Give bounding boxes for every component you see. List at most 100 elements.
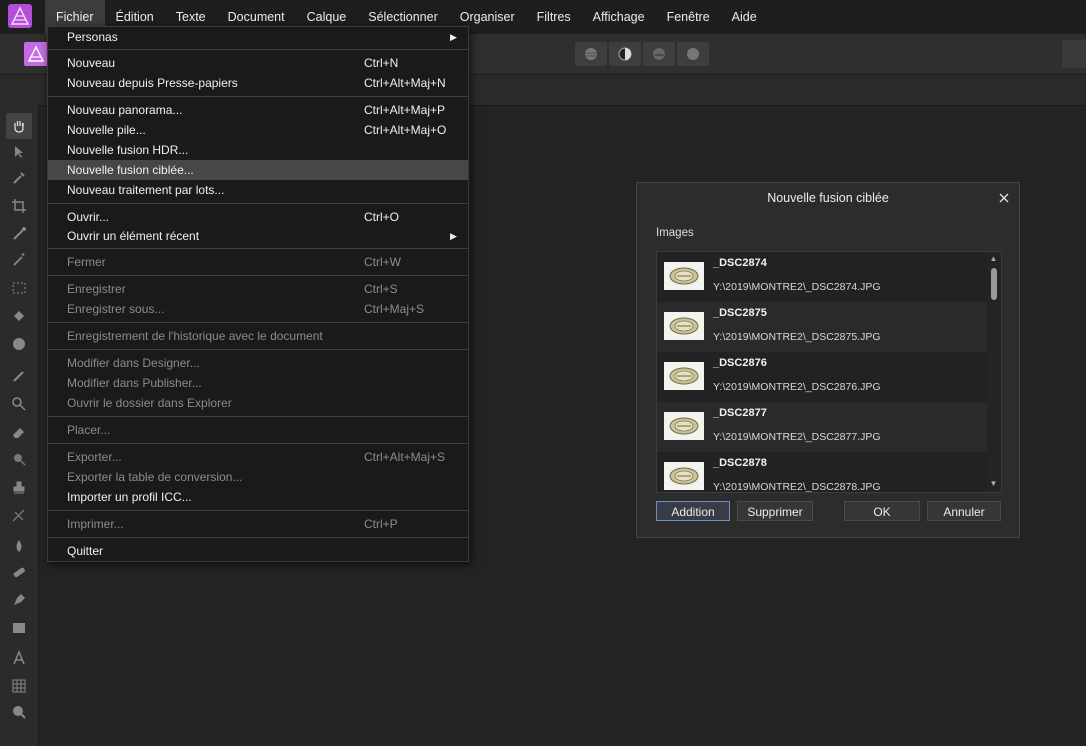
tool-red-eye[interactable] [8,505,30,527]
text-icon [13,650,25,665]
menu-item-label: Enregistrer [67,282,126,296]
file-menu-item: Enregistrer sous... Ctrl+Maj+S [48,299,468,319]
file-menu-item[interactable]: Nouveau depuis Presse-papiers Ctrl+Alt+Ma… [48,73,468,93]
menu-item-label: Nouveau traitement par lots... [67,183,225,197]
file-menu-item[interactable]: Ouvrir un élément récent ▶ [48,226,468,246]
tool-erase[interactable] [8,421,30,443]
menu-separator [48,96,468,97]
scroll-up-icon[interactable]: ▲ [987,252,1000,265]
file-menu-item: Exporter... Ctrl+Alt+Maj+S [48,447,468,467]
file-menu-item[interactable]: Importer un profil ICC... [48,487,468,507]
tool-text[interactable] [8,647,30,669]
auto-colors-button[interactable] [643,42,675,66]
tool-flood-select[interactable] [8,249,30,271]
tool-mesh-warp[interactable] [8,675,30,697]
tool-pen[interactable] [8,589,30,611]
tool-clone[interactable] [8,477,30,499]
file-menu-item[interactable]: Nouveau traitement par lots... [48,180,468,200]
tool-selection-brush[interactable] [8,223,30,245]
tools-panel [0,105,39,746]
image-list-item[interactable]: _DSC2875 Y:\2019\MONTRE2\_DSC2875.JPG [657,302,987,352]
zoom-icon [13,706,26,719]
tool-dodge[interactable] [8,393,30,415]
menu-aide[interactable]: Aide [721,0,768,34]
scroll-down-icon[interactable]: ▼ [987,477,1000,490]
affinity-photo-logo-icon[interactable] [8,4,32,28]
scrollbar-thumb[interactable] [991,268,997,300]
tool-inpainting[interactable] [8,561,30,583]
file-menu-item[interactable]: Quitter [48,541,468,561]
tool-rectangle[interactable] [8,617,30,639]
menu-item-label: Placer... [67,423,111,437]
file-menu: Personas ▶ Nouveau Ctrl+N Nouveau depuis Pre… [47,26,469,562]
dialog-title: Nouvelle fusion ciblée [767,191,889,205]
file-menu-item[interactable]: Ouvrir... Ctrl+O [48,207,468,227]
tool-zoom[interactable] [8,701,30,723]
menu-item-shortcut: Ctrl+Maj+S [364,302,425,316]
file-menu-item[interactable]: Nouvelle fusion HDR... [48,140,468,160]
tool-smudge[interactable] [8,535,30,557]
menu-separator [48,537,468,538]
auto-levels-button[interactable] [575,42,607,66]
close-icon[interactable] [995,189,1013,207]
menu-item-label: Personas [67,30,118,44]
cancel-button[interactable]: Annuler [927,501,1001,521]
tool-marquee[interactable] [8,277,30,299]
image-list-item[interactable]: _DSC2878 Y:\2019\MONTRE2\_DSC2878.JPG [657,452,987,492]
menu-item-label: Importer un profil ICC... [67,490,192,504]
menu-item-label: Ouvrir... [67,210,110,224]
tool-paint-brush[interactable] [8,365,30,387]
file-menu-item: Enregistrer Ctrl+S [48,279,468,299]
colors-icon [653,48,665,60]
tool-gradient[interactable] [8,333,30,355]
contrast-icon [618,47,632,61]
menu-separator [48,349,468,350]
add-button[interactable]: Addition [656,501,730,521]
menu-item-label: Ouvrir un élément récent [67,229,200,243]
remove-button[interactable]: Supprimer [737,501,813,521]
photo-persona-icon[interactable] [24,42,48,66]
dodge-icon [12,397,26,411]
image-thumbnail [664,312,704,340]
toolbar-overflow[interactable] [1062,40,1086,68]
pen-icon [14,594,25,605]
image-list-item[interactable]: _DSC2877 Y:\2019\MONTRE2\_DSC2877.JPG [657,402,987,452]
menu-affichage[interactable]: Affichage [582,0,656,34]
tool-blur[interactable] [8,449,30,471]
menu-fenetre[interactable]: Fenêtre [656,0,721,34]
menu-item-label: Modifier dans Designer... [67,356,200,370]
menu-item-shortcut: Ctrl+Alt+Maj+P [364,103,446,117]
auto-white-balance-button[interactable] [677,42,709,66]
file-menu-item[interactable]: Personas ▶ [48,27,468,47]
image-name: _DSC2878 [713,457,767,469]
tool-crop[interactable] [8,195,30,217]
file-menu-item[interactable]: Nouvelle fusion ciblée... [48,160,468,180]
tool-move[interactable] [8,141,30,163]
tool-view[interactable] [6,113,32,139]
file-menu-item: Exporter la table de conversion... [48,467,468,487]
file-menu-item[interactable]: Nouveau Ctrl+N [48,53,468,73]
mesh-icon [12,679,26,693]
tool-flood-fill[interactable] [8,305,30,327]
levels-icon [585,48,597,60]
image-list-item[interactable]: _DSC2876 Y:\2019\MONTRE2\_DSC2876.JPG [657,352,987,402]
ok-button[interactable]: OK [844,501,920,521]
menu-filtres[interactable]: Filtres [526,0,582,34]
tool-color-picker[interactable] [8,167,30,189]
menu-item-shortcut: Ctrl+O [364,210,400,224]
image-thumbnail [664,262,704,290]
list-scrollbar[interactable]: ▲ ▼ [987,252,1000,492]
image-list-item[interactable]: _DSC2874 Y:\2019\MONTRE2\_DSC2874.JPG [657,252,987,302]
file-menu-item: Placer... [48,420,468,440]
pointer-icon [15,146,23,158]
auto-contrast-button[interactable] [609,42,641,66]
file-menu-item[interactable]: Nouveau panorama... Ctrl+Alt+Maj+P [48,100,468,120]
menu-item-label: Nouveau depuis Presse-papiers [67,76,238,90]
images-list[interactable]: _DSC2878 Y:\2019\MONTRE2\_DSC2878.JPG _DSC… [656,251,1002,493]
image-name: _DSC2874 [713,257,767,269]
selection-brush-icon [13,227,26,240]
file-menu-item[interactable]: Nouvelle pile... Ctrl+Alt+Maj+O [48,120,468,140]
menu-item-shortcut: Ctrl+Alt+Maj+O [364,123,447,137]
menu-item-label: Enregistrement de l'historique avec le d… [67,329,323,343]
menu-separator [48,275,468,276]
